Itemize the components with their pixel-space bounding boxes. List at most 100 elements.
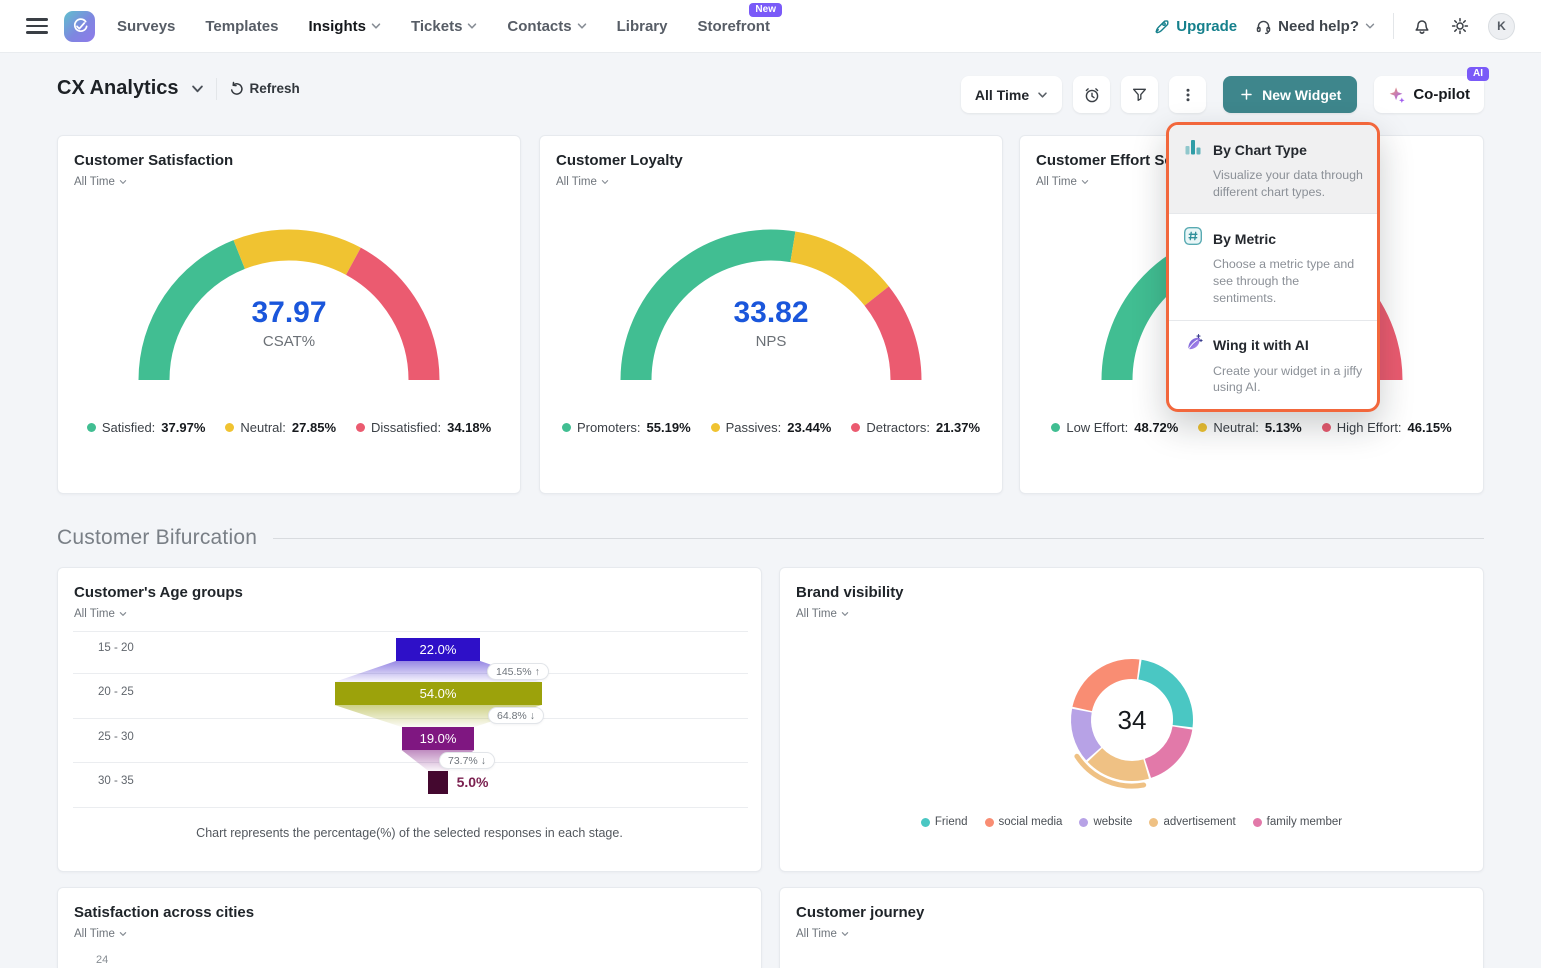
nav-item-library[interactable]: Library <box>617 18 668 35</box>
legend-label: High Effort: <box>1337 420 1402 435</box>
hash-icon <box>1183 226 1211 251</box>
schedule-report-button[interactable] <box>1073 76 1110 113</box>
header-divider <box>216 78 217 100</box>
hamburger-menu-icon[interactable] <box>26 18 48 33</box>
chevron-down-icon <box>601 179 609 185</box>
card-time-filter-value: All Time <box>796 928 837 940</box>
upgrade-button[interactable]: Upgrade <box>1153 18 1237 35</box>
legend-item-website[interactable]: website <box>1079 816 1132 828</box>
need-help-button[interactable]: Need help? <box>1255 18 1375 35</box>
legend-item-family-member[interactable]: family member <box>1253 816 1342 828</box>
sparkle-icon <box>1388 86 1406 104</box>
legend-value: 55.19% <box>647 420 691 435</box>
card-time-filter[interactable]: All Time <box>74 608 127 620</box>
chevron-down-icon <box>841 931 849 937</box>
rocket-icon <box>1153 18 1170 35</box>
nav-item-templates[interactable]: Templates <box>205 18 278 35</box>
notifications-button[interactable] <box>1412 16 1432 36</box>
menu-item-title: Wing it with AI <box>1213 337 1363 353</box>
legend-item-dissatisfied: Dissatisfied: 34.18% <box>356 420 491 435</box>
card-time-filter[interactable]: All Time <box>74 928 127 940</box>
legend-label: Friend <box>935 816 968 828</box>
legend-dot <box>87 423 96 432</box>
copilot-button[interactable]: Co-pilot AI <box>1374 76 1484 113</box>
nav-item-label: Templates <box>205 18 278 35</box>
new-widget-button[interactable]: New Widget <box>1223 76 1357 113</box>
nav-item-label: Contacts <box>507 18 571 35</box>
app-logo[interactable] <box>64 11 95 42</box>
legend-item-detractors: Detractors: 21.37% <box>851 420 980 435</box>
refresh-button[interactable]: Refresh <box>229 81 300 96</box>
funnel-transition-badge: 73.7%↓ <box>439 752 495 769</box>
legend-item-social-media[interactable]: social media <box>985 816 1063 828</box>
bell-icon <box>1412 16 1432 36</box>
upgrade-label: Upgrade <box>1176 18 1237 35</box>
arrow-up-icon: ↑ <box>535 666 540 678</box>
nav-item-label: Library <box>617 18 668 35</box>
funnel-transition-badge: 64.8%↓ <box>488 707 544 724</box>
donut-segment-social-media <box>1082 669 1138 709</box>
legend-item-advertisement[interactable]: advertisement <box>1149 816 1235 828</box>
card-time-filter-value: All Time <box>1036 176 1077 188</box>
legend-item-friend[interactable]: Friend <box>921 816 968 828</box>
nav-item-storefront[interactable]: StorefrontNew <box>697 18 770 35</box>
legend-dot <box>711 423 720 432</box>
card-title: Customer Loyalty <box>556 152 683 169</box>
page-header: CX Analytics Refresh <box>57 77 300 100</box>
logo-bird-icon <box>70 16 90 36</box>
menu-item-description: Choose a metric type and see through the… <box>1213 256 1363 306</box>
card-customer-journey: Customer journey All Time <box>779 887 1484 968</box>
legend-dot <box>1079 818 1088 827</box>
donut-svg: 34 <box>1042 638 1222 818</box>
chevron-down-icon <box>119 931 127 937</box>
card-time-filter[interactable]: All Time <box>74 176 127 188</box>
legend-label: Detractors: <box>866 420 930 435</box>
legend-dot <box>985 818 994 827</box>
card-title: Customer's Age groups <box>74 584 243 601</box>
card-brand-visibility: Brand visibility All Time 34 Friendsocia… <box>779 567 1484 872</box>
chevron-down-icon <box>119 611 127 617</box>
settings-button[interactable] <box>1450 16 1470 36</box>
funnel-bar-value: 5.0% <box>457 774 489 790</box>
gauge-chart: 37.97CSAT% <box>58 218 520 390</box>
refresh-icon <box>229 81 244 96</box>
card-time-filter-value: All Time <box>556 176 597 188</box>
nav-item-surveys[interactable]: Surveys <box>117 18 175 35</box>
topbar-divider <box>1393 13 1394 39</box>
menu-item-wing-it-with-ai[interactable]: Wing it with AICreate your widget in a j… <box>1169 320 1377 409</box>
menu-item-by-metric[interactable]: By MetricChoose a metric type and see th… <box>1169 213 1377 319</box>
gauge-segment-neutral <box>239 245 353 261</box>
card-satisfaction-cities: Satisfaction across cities All Time 24 <box>57 887 762 968</box>
card-time-filter[interactable]: All Time <box>556 176 609 188</box>
dashboard-switcher-chevron-icon[interactable] <box>191 84 204 94</box>
card-time-filter[interactable]: All Time <box>796 608 849 620</box>
more-options-button[interactable] <box>1169 76 1206 113</box>
card-title: Customer journey <box>796 904 924 921</box>
nav-item-label: Tickets <box>411 18 462 35</box>
legend-item-promoters: Promoters: 55.19% <box>562 420 691 435</box>
legend-item-satisfied: Satisfied: 37.97% <box>87 420 206 435</box>
nav-item-tickets[interactable]: Tickets <box>411 18 477 35</box>
avatar[interactable]: K <box>1488 13 1515 40</box>
card-time-filter[interactable]: All Time <box>1036 176 1089 188</box>
gauge-segment-detractors <box>877 296 906 380</box>
funnel-category-label: 30 - 35 <box>98 775 134 787</box>
filter-funnel-icon <box>1131 86 1148 103</box>
card-time-filter[interactable]: All Time <box>796 928 849 940</box>
nav-item-contacts[interactable]: Contacts <box>507 18 586 35</box>
chevron-down-icon <box>467 22 477 30</box>
new-widget-label: New Widget <box>1262 87 1341 103</box>
legend-dot <box>562 423 571 432</box>
filter-button[interactable] <box>1121 76 1158 113</box>
menu-item-by-chart-type[interactable]: By Chart TypeVisualize your data through… <box>1169 125 1377 213</box>
nav-item-insights[interactable]: Insights <box>308 18 381 35</box>
chevron-down-icon <box>841 611 849 617</box>
time-filter-dropdown[interactable]: All Time <box>961 76 1062 113</box>
page-title: CX Analytics <box>57 77 179 100</box>
card-time-filter-value: All Time <box>74 928 115 940</box>
new-badge: New <box>749 3 782 17</box>
funnel-category-label: 15 - 20 <box>98 642 134 654</box>
transition-value: 64.8% <box>497 710 527 722</box>
plus-icon <box>1239 87 1254 102</box>
chevron-down-icon <box>1037 91 1048 99</box>
